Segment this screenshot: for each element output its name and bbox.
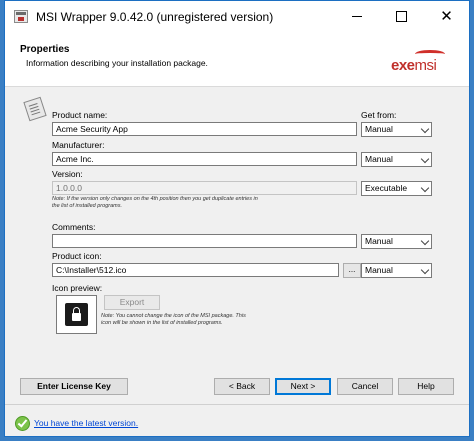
- export-button[interactable]: Export: [104, 295, 160, 310]
- chevron-down-icon: [420, 183, 430, 193]
- latest-version-link[interactable]: You have the latest version.: [34, 418, 138, 428]
- page-header: Properties Information describing your i…: [5, 32, 469, 87]
- version-note-line2: the list of installed programs.: [52, 203, 123, 209]
- product-name-source-select[interactable]: Manual: [361, 122, 432, 137]
- manufacturer-label: Manufacturer:: [52, 140, 105, 150]
- minimize-button[interactable]: [334, 1, 379, 32]
- back-button[interactable]: < Back: [214, 378, 270, 395]
- product-name-label: Product name:: [52, 110, 108, 120]
- lock-icon: [65, 303, 88, 326]
- status-bar: You have the latest version.: [5, 404, 469, 436]
- window-title: MSI Wrapper 9.0.42.0 (unregistered versi…: [36, 10, 274, 24]
- title-bar[interactable]: MSI Wrapper 9.0.42.0 (unregistered versi…: [5, 1, 469, 32]
- logo-text-msi: msi: [414, 57, 437, 74]
- exemsi-logo: exemsi: [391, 50, 455, 76]
- manufacturer-source-value: Manual: [365, 154, 393, 164]
- logo-text-exe: exe: [391, 57, 415, 74]
- product-name-source-value: Manual: [365, 124, 393, 134]
- enter-license-key-button[interactable]: Enter License Key: [20, 378, 128, 395]
- page-title: Properties: [20, 44, 70, 55]
- version-source-value: Executable: [365, 183, 408, 193]
- comments-label: Comments:: [52, 222, 96, 232]
- manufacturer-input[interactable]: Acme Inc.: [52, 152, 357, 166]
- app-icon: [14, 10, 28, 23]
- product-icon-source-value: Manual: [365, 265, 393, 275]
- comments-source-select[interactable]: Manual: [361, 234, 432, 249]
- page-subtitle: Information describing your installation…: [26, 58, 208, 68]
- chevron-down-icon: [420, 236, 430, 246]
- logo-text: exemsi: [391, 57, 437, 74]
- chevron-down-icon: [420, 265, 430, 275]
- product-icon-source-select[interactable]: Manual: [361, 263, 432, 278]
- main-window: MSI Wrapper 9.0.42.0 (unregistered versi…: [4, 0, 470, 437]
- cancel-button[interactable]: Cancel: [337, 378, 393, 395]
- icon-preview-label: Icon preview:: [52, 283, 103, 293]
- chevron-down-icon: [420, 124, 430, 134]
- browse-icon-button[interactable]: ...: [343, 263, 361, 278]
- chevron-down-icon: [420, 154, 430, 164]
- next-button[interactable]: Next >: [275, 378, 331, 395]
- properties-icon: [22, 96, 47, 122]
- check-icon: [15, 416, 30, 431]
- version-input[interactable]: 1.0.0.0: [52, 181, 357, 195]
- icon-note-line2: icon will be shown in the list of instal…: [101, 320, 223, 326]
- maximize-icon: [396, 11, 407, 22]
- help-button[interactable]: Help: [398, 378, 454, 395]
- comments-input[interactable]: [52, 234, 357, 248]
- minimize-icon: [351, 16, 362, 17]
- icon-note-line1: Note: You cannot change the icon of the …: [101, 313, 246, 319]
- close-button[interactable]: ✕: [424, 1, 469, 32]
- maximize-button[interactable]: [379, 1, 424, 32]
- product-name-input[interactable]: Acme Security App: [52, 122, 357, 136]
- version-label: Version:: [52, 169, 83, 179]
- get-from-label: Get from:: [361, 110, 397, 120]
- close-icon: ✕: [440, 8, 453, 25]
- version-note-line1: Note: If the version only changes on the…: [52, 196, 258, 202]
- product-icon-input[interactable]: C:\Installer\512.ico: [52, 263, 339, 277]
- icon-note: Note: You cannot change the icon of the …: [101, 313, 246, 327]
- manufacturer-source-select[interactable]: Manual: [361, 152, 432, 167]
- version-note: Note: If the version only changes on the…: [52, 196, 258, 210]
- icon-preview: [56, 295, 97, 334]
- product-icon-label: Product icon:: [52, 251, 102, 261]
- comments-source-value: Manual: [365, 236, 393, 246]
- version-source-select[interactable]: Executable: [361, 181, 432, 196]
